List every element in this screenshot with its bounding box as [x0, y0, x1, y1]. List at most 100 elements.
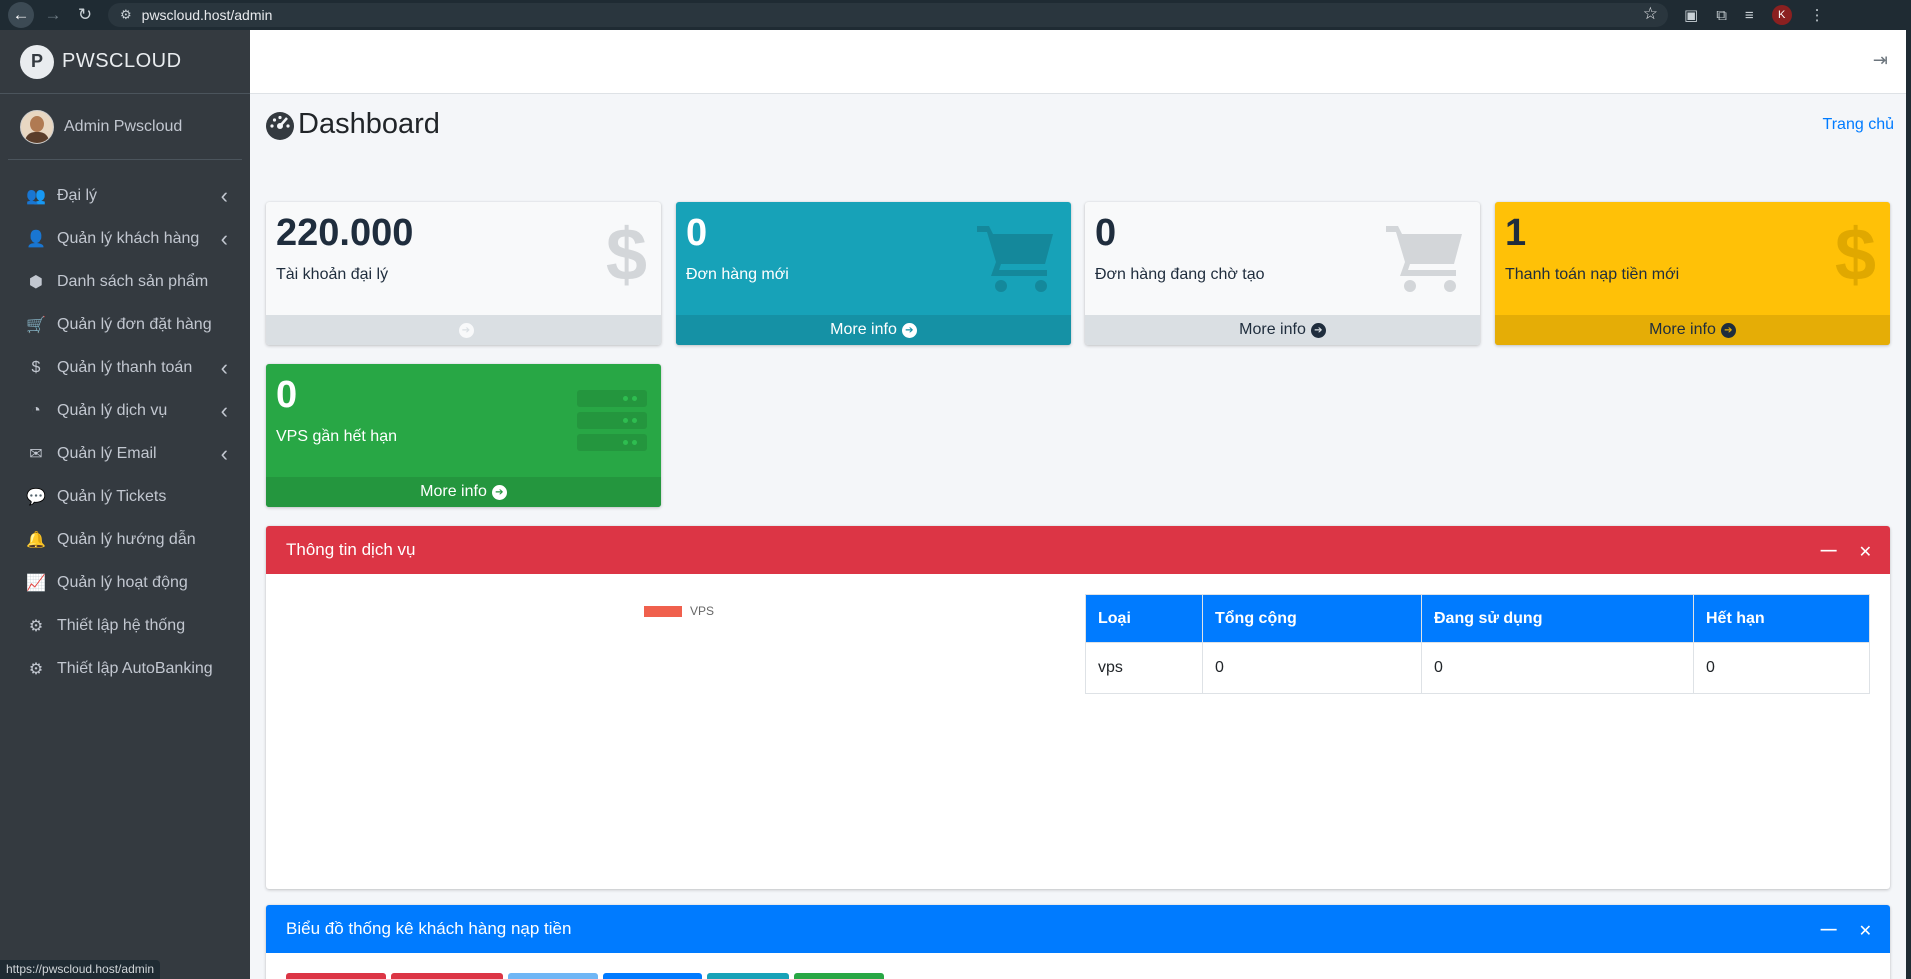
close-icon[interactable]: ✕	[1859, 542, 1872, 562]
arrow-circle-right-icon: ➔	[901, 322, 917, 338]
stat-box-new-orders: 0 Đơn hàng mới More info ➔	[676, 202, 1071, 345]
chrome-menu-icon[interactable]: ⋮	[1810, 6, 1825, 24]
stat-value: 1	[1505, 212, 1527, 254]
sidebar-item-label: Quản lý dịch vụ	[57, 401, 168, 419]
sidebar-item-label: Quản lý đơn đặt hàng	[57, 315, 212, 333]
table-cell: 0	[1421, 642, 1694, 694]
forward-icon[interactable]: →	[40, 2, 66, 28]
server-icon	[577, 390, 647, 456]
stat-box-agent-account: 220.000 Tài khoản đại lý $ ➔	[266, 202, 661, 345]
minimize-icon[interactable]: —	[1821, 921, 1837, 941]
table-cell: vps	[1085, 642, 1203, 694]
table-header: Tổng cộng	[1202, 594, 1422, 643]
user-panel[interactable]: Admin Pwscloud	[8, 94, 242, 160]
sidebar: P PWSCLOUD Admin Pwscloud 👥 Đại lý ‹ 👤 Quản …	[0, 30, 250, 979]
brand-logo-icon: P	[20, 44, 54, 79]
chevron-left-icon: ‹	[220, 354, 228, 380]
address-bar[interactable]: ⚙ pwscloud.host/admin ☆	[108, 3, 1668, 27]
sidebar-item-label: Quản lý Tickets	[57, 487, 167, 505]
sidebar-item-1[interactable]: 👥 Đại lý ‹	[0, 174, 250, 217]
chevron-left-icon: ‹	[220, 440, 228, 466]
cogs-icon: ⚙	[28, 660, 44, 678]
more-info-link[interactable]: More info ➔	[676, 315, 1071, 345]
sidebar-item-label: Đại lý	[57, 186, 98, 204]
sidebar-item-label: Quản lý Email	[57, 444, 157, 462]
sidebar-item-6[interactable]: ◔ Quản lý dịch vụ ‹	[0, 389, 250, 432]
user-cog-icon: ⚙	[28, 617, 44, 635]
site-settings-icon[interactable]: ⚙	[120, 7, 132, 23]
topup-chart-card: Biểu đồ thống kê khách hàng nạp tiền — ✕	[266, 905, 1890, 979]
sidebar-item-7[interactable]: ✉ Quản lý Email ‹	[0, 432, 250, 475]
status-url: https://pwscloud.host/admin	[0, 960, 161, 979]
brand-link[interactable]: P PWSCLOUD	[0, 30, 250, 94]
reload-icon[interactable]: ↻	[72, 2, 98, 28]
users-icon: 👥	[26, 187, 46, 205]
table-cell: 0	[1202, 642, 1422, 694]
sidebar-item-label: Thiết lập AutoBanking	[57, 659, 213, 677]
sidebar-item-11[interactable]: ⚙ Thiết lập hệ thống	[0, 604, 250, 647]
extension-icon[interactable]: ▣	[1684, 6, 1698, 24]
cart-icon	[1386, 226, 1462, 292]
sidebar-menu: 👥 Đại lý ‹ 👤 Quản lý khách hàng ‹ ⬢ Danh sách s…	[0, 174, 250, 690]
table-header: Hết hạn	[1693, 594, 1870, 643]
bell-icon: 🔔	[26, 531, 46, 549]
back-icon[interactable]: ←	[8, 2, 34, 28]
stat-label: Tài khoản đại lý	[276, 265, 389, 283]
close-icon[interactable]: ✕	[1859, 921, 1872, 941]
sidebar-item-label: Quản lý khách hàng	[57, 229, 200, 247]
legend-swatch	[644, 605, 682, 617]
sidebar-item-5[interactable]: $ Quản lý thanh toán ‹	[0, 346, 250, 389]
card-title: Thông tin dịch vụ	[286, 540, 416, 559]
table-cell: 0	[1693, 642, 1870, 694]
sidebar-item-9[interactable]: 🔔 Quản lý hướng dẫn	[0, 518, 250, 561]
more-info-link[interactable]: More info ➔	[1085, 315, 1480, 345]
sidebar-item-label: Thiết lập hệ thống	[57, 616, 186, 634]
content-header: Dashboard Trang chủ	[264, 108, 1894, 148]
arrow-circle-right-icon: ➔	[458, 322, 474, 338]
dashboard-gauge-icon	[266, 111, 294, 140]
stat-box-footer-link[interactable]: ➔	[266, 315, 661, 345]
media-list-icon[interactable]: ≡	[1745, 7, 1754, 24]
dollar-icon: $	[1834, 213, 1876, 296]
sidebar-item-2[interactable]: 👤 Quản lý khách hàng ‹	[0, 217, 250, 260]
sidebar-item-label: Quản lý hướng dẫn	[57, 530, 196, 548]
cart-icon: 🛒	[26, 316, 46, 334]
stat-box-pending-orders: 0 Đơn hàng đang chờ tạo More info ➔	[1085, 202, 1480, 345]
page-title: Dashboard	[264, 108, 1894, 141]
scrollbar[interactable]	[1906, 30, 1911, 979]
breadcrumb-home-link[interactable]: Trang chủ	[1823, 116, 1894, 134]
pie-chart-icon: ◔	[31, 401, 41, 419]
sidebar-item-4[interactable]: 🛒 Quản lý đơn đặt hàng	[0, 303, 250, 346]
sidebar-item-10[interactable]: 📈 Quản lý hoạt động	[0, 561, 250, 604]
filter-button[interactable]	[286, 973, 386, 979]
filter-button[interactable]	[391, 973, 503, 979]
filter-button[interactable]	[603, 973, 702, 979]
logout-icon[interactable]: ⇥	[1873, 50, 1888, 71]
minimize-icon[interactable]: —	[1821, 542, 1837, 562]
chevron-left-icon: ‹	[220, 182, 228, 208]
filter-button[interactable]	[794, 973, 884, 979]
bookmark-star-icon[interactable]: ☆	[1643, 4, 1658, 24]
filter-button[interactable]	[707, 973, 789, 979]
top-navbar: ⇥	[250, 30, 1906, 94]
more-info-link[interactable]: More info ➔	[266, 477, 661, 507]
avatar	[20, 109, 54, 144]
page-title-text: Dashboard	[298, 108, 440, 140]
browser-toolbar: ← → ↻ ⚙ pwscloud.host/admin ☆ ▣ ⧉ ≡ K ⋮	[0, 0, 1911, 30]
stat-value: 220.000	[276, 212, 414, 254]
chevron-left-icon: ‹	[220, 397, 228, 423]
user-name: Admin Pwscloud	[64, 117, 183, 135]
filter-button[interactable]	[508, 973, 598, 979]
stat-box-new-topup: 1 Thanh toán nạp tiền mới $ More info ➔	[1495, 202, 1890, 345]
profile-avatar[interactable]: K	[1771, 5, 1792, 25]
puzzle-icon[interactable]: ⧉	[1716, 7, 1727, 24]
brand-text: PWSCLOUD	[62, 50, 182, 72]
sidebar-item-8[interactable]: 💬 Quản lý Tickets	[0, 475, 250, 518]
sidebar-item-label: Danh sách sản phẩm	[57, 272, 209, 290]
chart-legend[interactable]: VPS	[644, 604, 714, 618]
arrow-circle-right-icon: ➔	[1720, 322, 1736, 338]
sidebar-item-3[interactable]: ⬢ Danh sách sản phẩm	[0, 260, 250, 303]
more-info-link[interactable]: More info ➔	[1495, 315, 1890, 345]
sidebar-item-12[interactable]: ⚙ Thiết lập AutoBanking	[0, 647, 250, 690]
user-icon: 👤	[26, 230, 46, 248]
